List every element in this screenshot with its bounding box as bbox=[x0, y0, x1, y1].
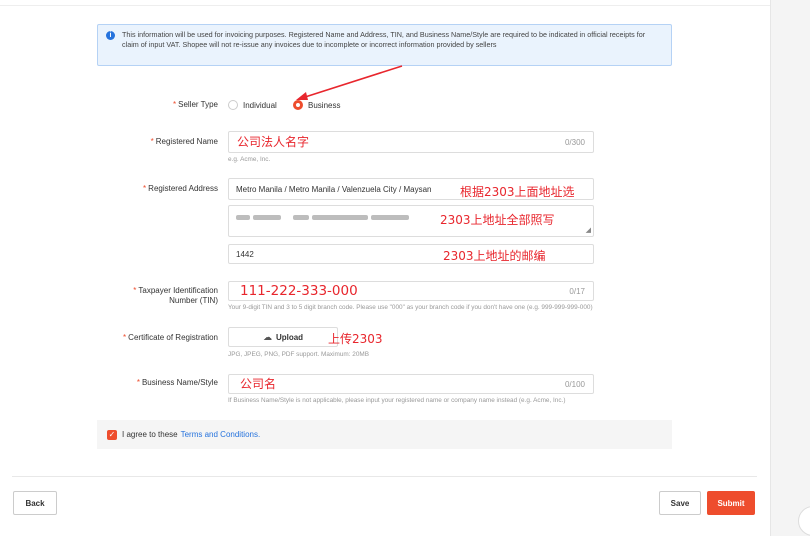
business-name-annotation: 公司名 bbox=[240, 377, 277, 391]
cloud-upload-icon: ☁ bbox=[262, 331, 272, 342]
radio-individual[interactable] bbox=[228, 100, 238, 110]
upload-button[interactable]: ☁ Upload bbox=[228, 327, 338, 347]
submit-button[interactable]: Submit bbox=[707, 491, 755, 515]
info-icon: i bbox=[106, 31, 115, 40]
business-name-hint: If Business Name/Style is not applicable… bbox=[228, 397, 566, 404]
annotation-arrow bbox=[296, 65, 403, 100]
right-gutter bbox=[770, 0, 810, 536]
terms-link[interactable]: Terms and Conditions. bbox=[181, 430, 261, 439]
radio-individual-label[interactable]: Individual bbox=[243, 101, 277, 110]
registered-name-hint: e.g. Acme, Inc. bbox=[228, 156, 271, 163]
certificate-hint: JPG, JPEG, PNG, PDF support. Maximum: 20… bbox=[228, 351, 369, 358]
terms-checkbox[interactable]: ✓ bbox=[107, 429, 117, 440]
save-button[interactable]: Save bbox=[659, 491, 701, 515]
terms-text: I agree to these bbox=[122, 430, 178, 439]
zip-code-annotation: 2303上地址的邮编 bbox=[443, 249, 546, 263]
address-detail-redacted bbox=[236, 213, 412, 222]
seller-type-label: * Seller Type bbox=[173, 100, 218, 109]
business-name-label: * Business Name/Style bbox=[136, 378, 218, 387]
address-region-value: Metro Manila / Metro Manila / Valenzuela… bbox=[236, 184, 432, 194]
certificate-annotation: 上传2303 bbox=[328, 332, 383, 346]
zip-code-value: 1442 bbox=[236, 249, 254, 259]
resize-handle-icon[interactable]: ◢ bbox=[586, 226, 591, 234]
registered-name-counter: 0/300 bbox=[564, 137, 585, 147]
registered-address-label: * Registered Address bbox=[143, 184, 218, 193]
invoice-form-page: i This information will be used for invo… bbox=[0, 0, 770, 536]
info-banner: i This information will be used for invo… bbox=[97, 24, 672, 66]
address-detail-annotation: 2303上地址全部照写 bbox=[440, 213, 555, 227]
tin-label: * Taxpayer Identification Number (TIN) bbox=[133, 286, 218, 305]
address-region-annotation: 根据2303上面地址选 bbox=[460, 185, 575, 199]
tin-counter: 0/17 bbox=[569, 286, 585, 296]
certificate-label: * Certificate of Registration bbox=[123, 333, 218, 342]
business-name-input[interactable]: 0/100 bbox=[228, 374, 594, 394]
radio-business-label[interactable]: Business bbox=[308, 101, 340, 110]
tin-hint: Your 9-digit TIN and 3 to 5 digit branch… bbox=[228, 304, 593, 311]
info-text: This information will be used for invoic… bbox=[122, 30, 646, 49]
business-name-counter: 0/100 bbox=[564, 379, 585, 389]
tin-annotation: 111-222-333-000 bbox=[240, 283, 358, 299]
back-button[interactable]: Back bbox=[13, 491, 57, 515]
registered-name-label: * Registered Name bbox=[150, 137, 218, 146]
terms-agreement: ✓ I agree to these Terms and Conditions. bbox=[97, 420, 672, 449]
top-border bbox=[0, 0, 770, 6]
footer-divider bbox=[12, 476, 757, 477]
radio-business[interactable] bbox=[293, 100, 303, 110]
registered-name-annotation: 公司法人名字 bbox=[237, 135, 310, 149]
